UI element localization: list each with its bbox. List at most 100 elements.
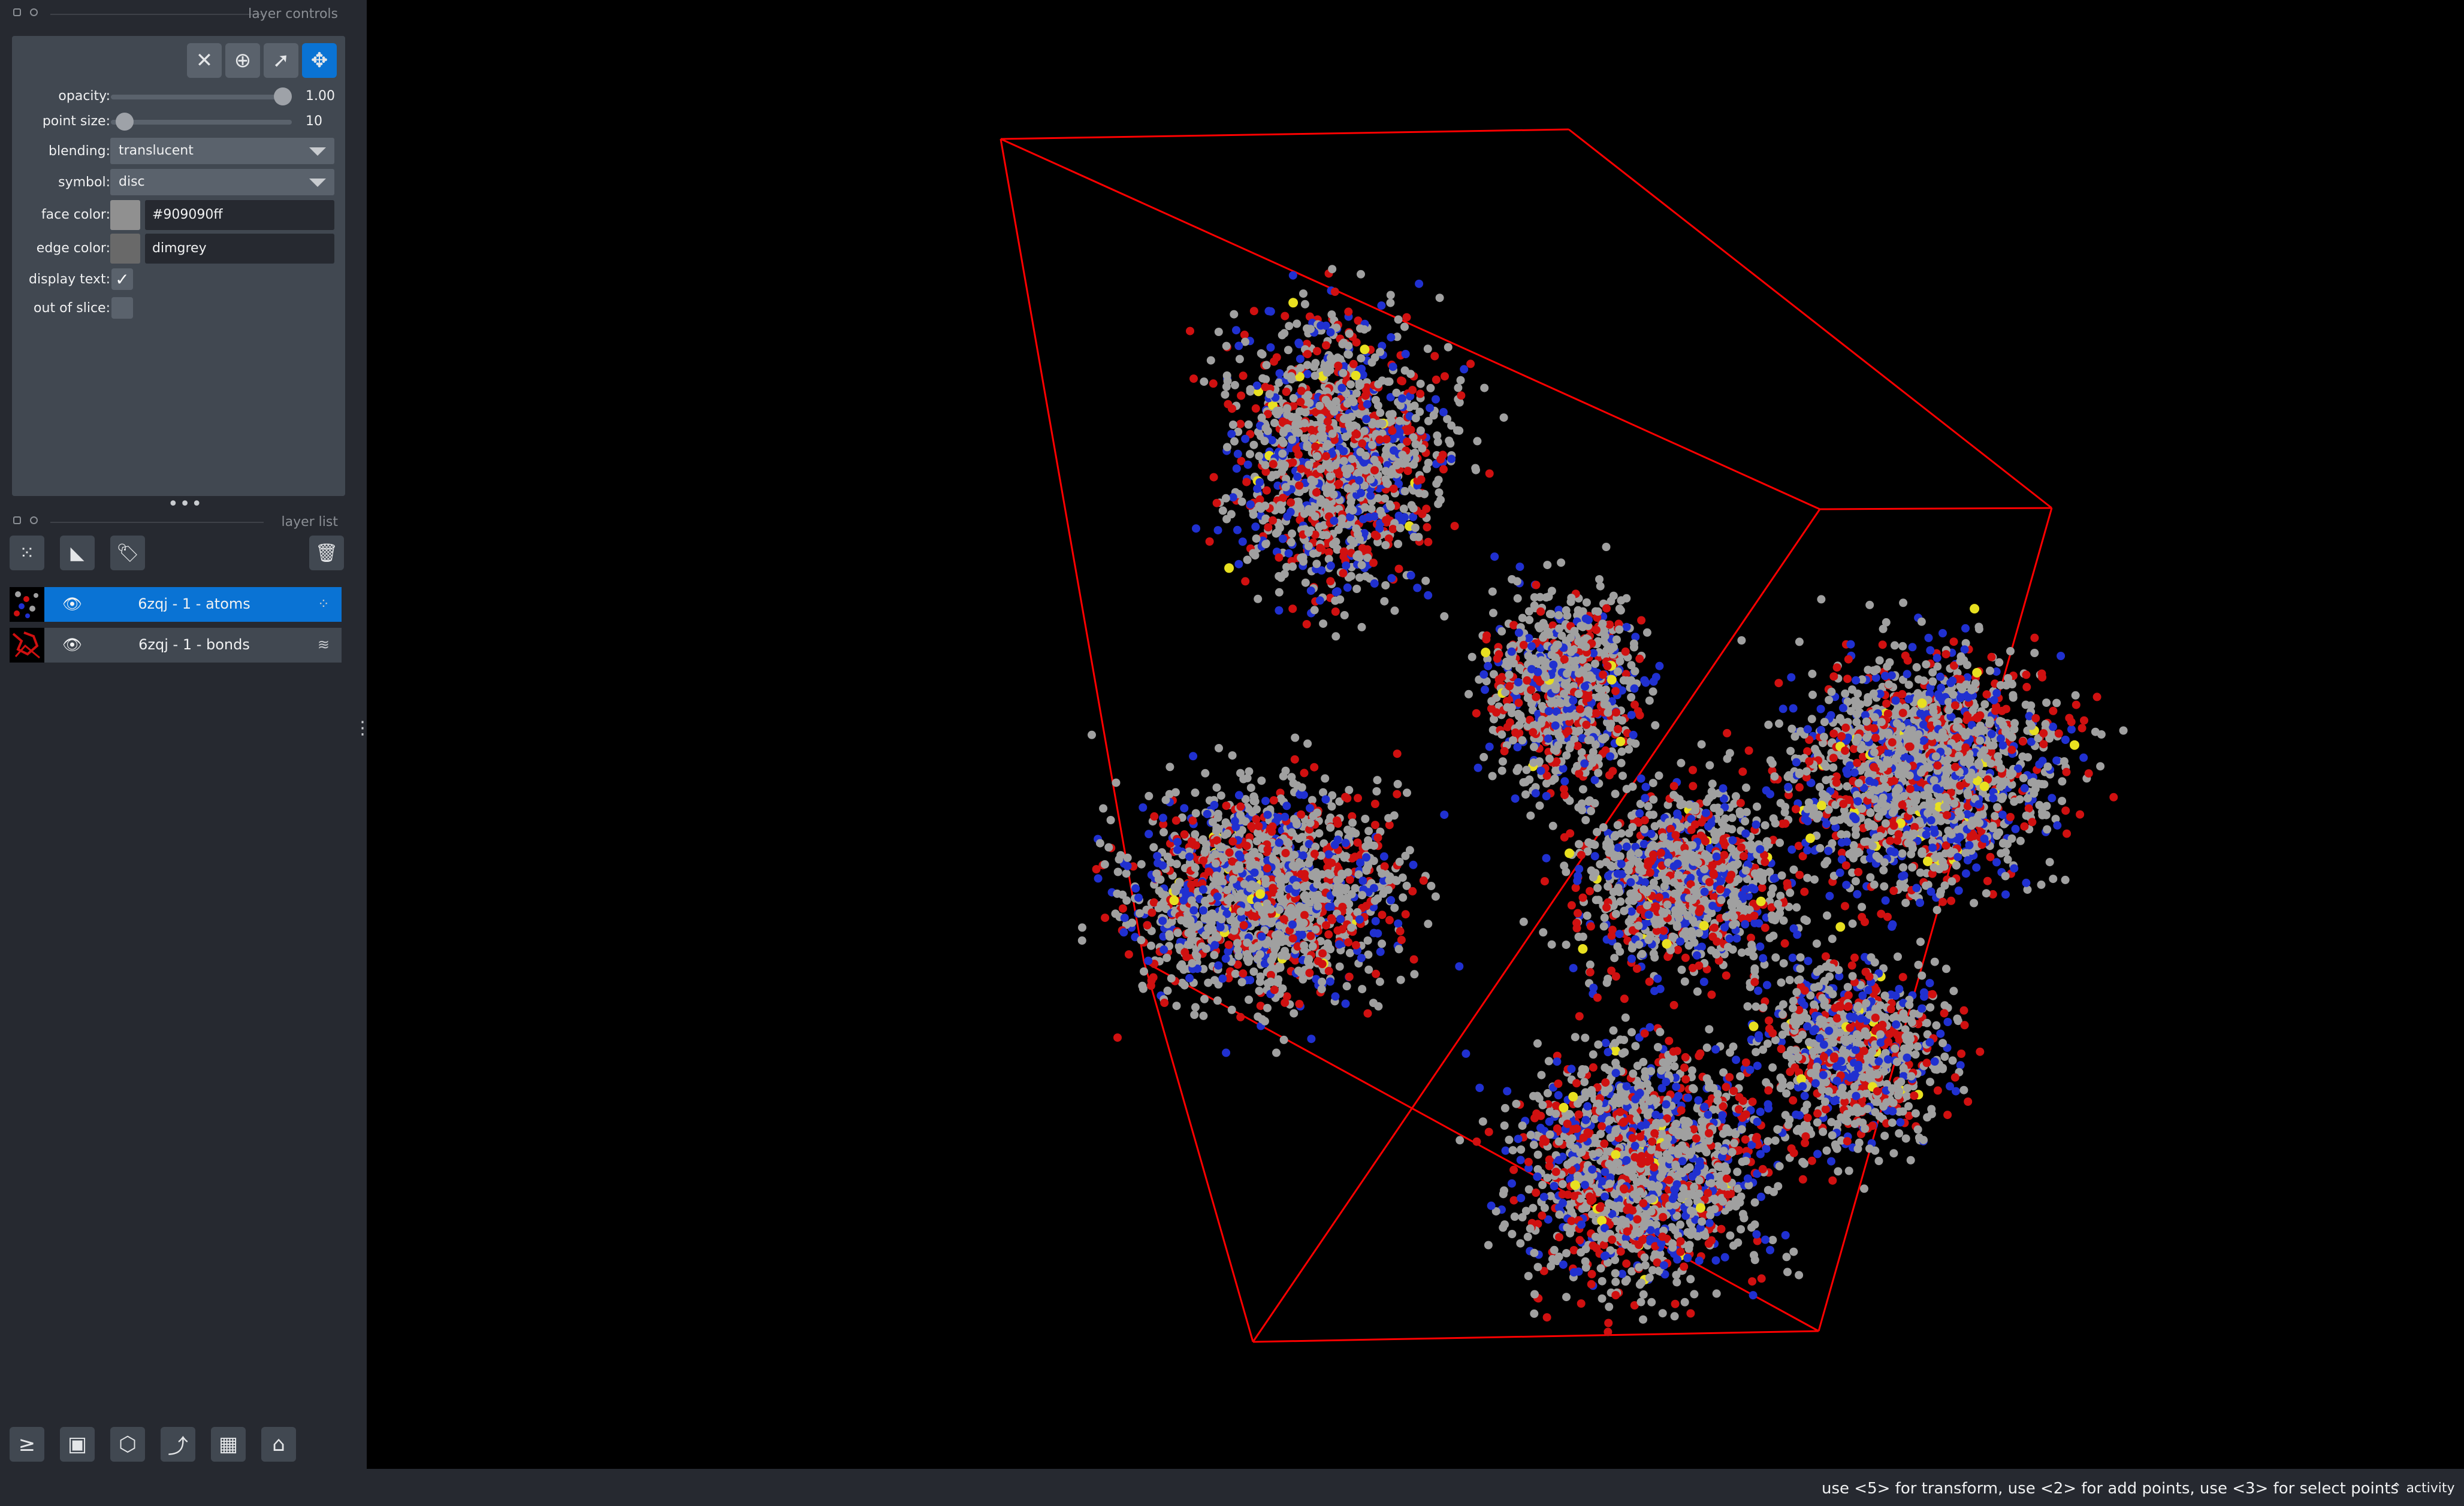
atom-point <box>1392 461 1401 470</box>
display-text-checkbox[interactable]: ✓ <box>111 268 133 290</box>
add-points-button[interactable]: ⊕ <box>225 43 260 78</box>
atom-point <box>1822 792 1831 801</box>
atom-point <box>1334 361 1343 370</box>
atom-point <box>1487 697 1496 706</box>
atom-point <box>1544 734 1553 743</box>
atom-point <box>1450 522 1459 531</box>
atom-point <box>1279 1035 1288 1044</box>
roll-axes-button[interactable]: ⬡ <box>110 1427 145 1462</box>
atom-point <box>1592 625 1601 634</box>
atom-point <box>1270 357 1278 366</box>
console-button[interactable]: ≥ <box>10 1427 44 1462</box>
atom-point <box>1529 654 1538 663</box>
atom-point <box>1118 904 1127 913</box>
atom-point <box>1387 333 1396 342</box>
point-size-value: 10 <box>306 114 322 129</box>
atom-point <box>1569 696 1578 705</box>
select-points-button[interactable]: ➚ <box>264 43 298 78</box>
atom-point <box>2079 753 2088 762</box>
atom-point <box>1369 999 1378 1008</box>
atom-point <box>1784 782 1793 791</box>
atom-point <box>1352 430 1361 439</box>
toggle-ndisplay-button[interactable]: ▣ <box>60 1427 95 1462</box>
atom-point <box>1913 689 1922 698</box>
atom-point <box>1317 424 1326 433</box>
point-size-slider[interactable] <box>111 113 292 131</box>
atom-point <box>1912 884 1921 893</box>
layer-name[interactable]: 6zqj - 1 - atoms <box>122 595 266 612</box>
atom-point <box>1255 478 1264 487</box>
new-shapes-layer-button[interactable]: ◣ <box>60 536 95 570</box>
delete-layer-button[interactable]: 🗑 <box>309 536 344 570</box>
atom-point <box>1879 807 1888 816</box>
new-labels-layer-button[interactable]: 🏷 <box>110 536 145 570</box>
atom-point <box>1394 315 1403 324</box>
atom-point <box>1594 769 1603 778</box>
atom-point <box>1864 666 1873 675</box>
atom-point <box>1409 460 1418 469</box>
atom-point <box>1827 687 1836 696</box>
atom-point <box>2031 714 2040 722</box>
float-dock-icon[interactable] <box>30 8 38 16</box>
opacity-slider[interactable] <box>111 87 292 105</box>
visibility-eye-icon[interactable]: 👁 <box>62 636 82 654</box>
atom-point <box>1370 530 1379 539</box>
atom-point <box>1269 459 1278 468</box>
new-points-layer-button[interactable]: ⁙ <box>10 536 44 570</box>
atom-point <box>1912 663 1921 672</box>
layer-name[interactable]: 6zqj - 1 - bonds <box>122 636 266 653</box>
atom-point <box>2063 829 2072 838</box>
atom-point <box>2053 821 2062 830</box>
opacity-slider-handle[interactable] <box>274 87 292 105</box>
atom-point <box>1802 767 1811 776</box>
grid-view-button[interactable]: ▦ <box>211 1427 246 1462</box>
atom-point <box>1296 503 1305 512</box>
out-of-slice-checkbox[interactable] <box>111 297 133 319</box>
atom-point <box>1236 419 1245 428</box>
atom-point <box>1432 395 1440 404</box>
atom-point <box>1572 656 1581 665</box>
dock-splitter-handle[interactable]: ••• <box>168 495 203 513</box>
atom-point <box>1529 728 1538 737</box>
molecule-3d-view[interactable] <box>367 0 2464 1469</box>
atom-point <box>1514 628 1523 637</box>
float-dock-icon[interactable] <box>30 516 38 524</box>
pan-zoom-button[interactable]: ✥ <box>302 43 337 78</box>
atom-point <box>1278 449 1287 458</box>
edge-color-swatch[interactable] <box>110 234 140 264</box>
atom-point <box>1210 951 1219 960</box>
close-dock-icon[interactable] <box>13 8 21 16</box>
symbol-dropdown[interactable]: disc <box>110 169 334 195</box>
atom-point <box>1584 693 1593 702</box>
transpose-axes-button[interactable]: ⤴ <box>161 1427 195 1462</box>
atom-point <box>1237 497 1246 506</box>
blending-dropdown[interactable]: translucent <box>110 138 334 164</box>
atom-point <box>1602 543 1611 551</box>
atom-point <box>1947 877 1956 886</box>
atom-point <box>1456 376 1465 385</box>
point-size-slider-handle[interactable] <box>116 113 134 131</box>
reset-view-button[interactable]: ⌂ <box>261 1427 296 1462</box>
layer-row-atoms[interactable]: 👁 6zqj - 1 - atoms ⁘ <box>10 587 342 622</box>
layer-controls-titlebar[interactable]: layer controls <box>0 1 360 25</box>
face-color-field[interactable]: #909090ff <box>145 200 334 230</box>
atom-point <box>1401 910 1410 919</box>
atom-point <box>1951 763 1959 772</box>
atom-point <box>1244 420 1253 429</box>
atom-point <box>1371 917 1380 926</box>
visibility-eye-icon[interactable]: 👁 <box>62 595 82 613</box>
layer-list-titlebar[interactable]: layer list <box>0 509 360 533</box>
atom-point <box>2061 806 2070 815</box>
atom-point <box>1292 444 1301 453</box>
face-color-swatch[interactable] <box>110 200 140 230</box>
viewer-canvas[interactable] <box>367 0 2464 1469</box>
edge-color-field[interactable]: dimgrey <box>145 234 334 264</box>
close-dock-icon[interactable] <box>13 516 21 524</box>
layer-row-bonds[interactable]: 👁 6zqj - 1 - bonds ≋ <box>10 628 342 663</box>
atom-point <box>1864 697 1873 706</box>
atom-point <box>1844 655 1853 664</box>
atom-point <box>1924 784 1932 793</box>
delete-selected-points-button[interactable]: ✕ <box>187 43 222 78</box>
atom-point <box>1213 526 1222 535</box>
atom-point <box>1538 715 1547 724</box>
